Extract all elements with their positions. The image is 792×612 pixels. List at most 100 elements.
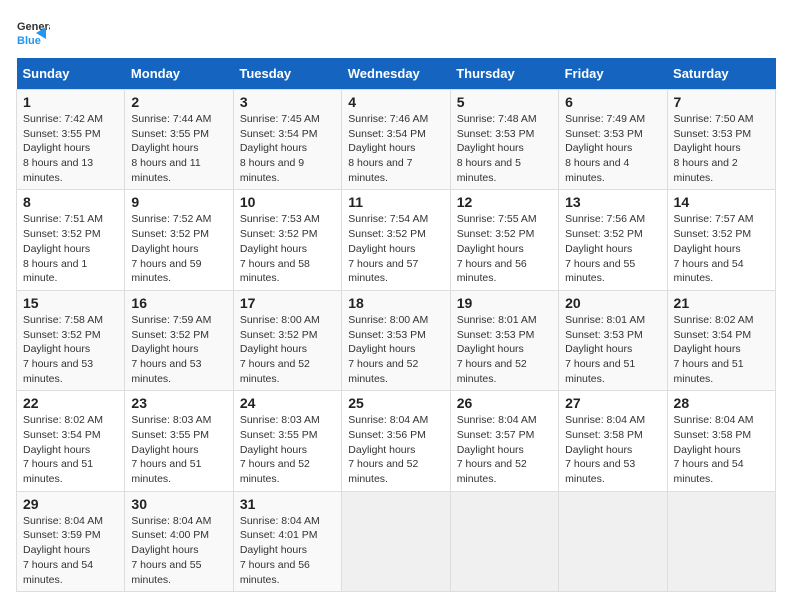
cell-info: Sunrise: 7:50 AMSunset: 3:53 PMDaylight … xyxy=(674,112,769,185)
day-number: 20 xyxy=(565,295,660,311)
day-header-thursday: Thursday xyxy=(450,58,558,90)
calendar-cell: 29 Sunrise: 8:04 AMSunset: 3:59 PMDayligh… xyxy=(17,491,125,591)
day-header-wednesday: Wednesday xyxy=(342,58,450,90)
calendar-cell: 18 Sunrise: 8:00 AMSunset: 3:53 PMDayligh… xyxy=(342,290,450,390)
day-number: 27 xyxy=(565,395,660,411)
day-number: 1 xyxy=(23,94,118,110)
cell-info: Sunrise: 8:04 AMSunset: 3:57 PMDaylight … xyxy=(457,413,552,486)
calendar-cell: 16 Sunrise: 7:59 AMSunset: 3:52 PMDayligh… xyxy=(125,290,233,390)
cell-info: Sunrise: 8:02 AMSunset: 3:54 PMDaylight … xyxy=(674,313,769,386)
calendar-cell: 17 Sunrise: 8:00 AMSunset: 3:52 PMDayligh… xyxy=(233,290,341,390)
calendar-cell: 25Sunrise: 8:04 AMSunset: 3:56 PMDayligh… xyxy=(342,391,450,491)
calendar-cell xyxy=(667,491,775,591)
day-number: 14 xyxy=(674,194,769,210)
cell-info: Sunrise: 7:56 AMSunset: 3:52 PMDaylight … xyxy=(565,212,660,285)
calendar-cell xyxy=(450,491,558,591)
day-number: 31 xyxy=(240,496,335,512)
calendar-cell: 13 Sunrise: 7:56 AMSunset: 3:52 PMDayligh… xyxy=(559,190,667,290)
calendar-cell: 3Sunrise: 7:45 AMSunset: 3:54 PMDaylight… xyxy=(233,90,341,190)
svg-text:Blue: Blue xyxy=(17,35,41,47)
cell-info: Sunrise: 8:04 AMSunset: 3:56 PMDaylight … xyxy=(348,413,443,486)
cell-info: Sunrise: 8:04 AMSunset: 4:01 PMDaylight … xyxy=(240,514,335,587)
days-of-week-row: SundayMondayTuesdayWednesdayThursdayFrid… xyxy=(17,58,776,90)
calendar-cell: 24 Sunrise: 8:03 AMSunset: 3:55 PMDayligh… xyxy=(233,391,341,491)
day-number: 9 xyxy=(131,194,226,210)
day-number: 15 xyxy=(23,295,118,311)
calendar-cell: 8 Sunrise: 7:51 AMSunset: 3:52 PMDaylight… xyxy=(17,190,125,290)
cell-info: Sunrise: 8:03 AMSunset: 3:55 PMDaylight … xyxy=(131,413,226,486)
cell-info: Sunrise: 7:46 AMSunset: 3:54 PMDaylight … xyxy=(348,112,443,185)
calendar-cell: 1 Sunrise: 7:42 AMSunset: 3:55 PMDaylight… xyxy=(17,90,125,190)
day-number: 23 xyxy=(131,395,226,411)
cell-info: Sunrise: 8:04 AMSunset: 3:58 PMDaylight … xyxy=(674,413,769,486)
cell-info: Sunrise: 7:44 AMSunset: 3:55 PMDaylight … xyxy=(131,112,226,185)
day-header-friday: Friday xyxy=(559,58,667,90)
calendar-cell: 27 Sunrise: 8:04 AMSunset: 3:58 PMDayligh… xyxy=(559,391,667,491)
day-number: 13 xyxy=(565,194,660,210)
day-number: 17 xyxy=(240,295,335,311)
day-number: 29 xyxy=(23,496,118,512)
cell-info: Sunrise: 8:04 AMSunset: 3:59 PMDaylight … xyxy=(23,514,118,587)
day-number: 12 xyxy=(457,194,552,210)
calendar-cell: 20 Sunrise: 8:01 AMSunset: 3:53 PMDayligh… xyxy=(559,290,667,390)
calendar-body: 1 Sunrise: 7:42 AMSunset: 3:55 PMDaylight… xyxy=(17,90,776,592)
week-row-1: 1 Sunrise: 7:42 AMSunset: 3:55 PMDaylight… xyxy=(17,90,776,190)
week-row-5: 29 Sunrise: 8:04 AMSunset: 3:59 PMDayligh… xyxy=(17,491,776,591)
day-number: 8 xyxy=(23,194,118,210)
day-header-tuesday: Tuesday xyxy=(233,58,341,90)
week-row-2: 8 Sunrise: 7:51 AMSunset: 3:52 PMDaylight… xyxy=(17,190,776,290)
cell-info: Sunrise: 7:59 AMSunset: 3:52 PMDaylight … xyxy=(131,313,226,386)
day-number: 10 xyxy=(240,194,335,210)
day-number: 24 xyxy=(240,395,335,411)
cell-info: Sunrise: 8:04 AMSunset: 3:58 PMDaylight … xyxy=(565,413,660,486)
cell-info: Sunrise: 8:04 AMSunset: 4:00 PMDaylight … xyxy=(131,514,226,587)
calendar-cell: 21 Sunrise: 8:02 AMSunset: 3:54 PMDayligh… xyxy=(667,290,775,390)
cell-info: Sunrise: 7:42 AMSunset: 3:55 PMDaylight … xyxy=(23,112,118,185)
week-row-4: 22Sunrise: 8:02 AMSunset: 3:54 PMDayligh… xyxy=(17,391,776,491)
day-number: 21 xyxy=(674,295,769,311)
day-number: 16 xyxy=(131,295,226,311)
day-header-monday: Monday xyxy=(125,58,233,90)
day-number: 4 xyxy=(348,94,443,110)
day-number: 18 xyxy=(348,295,443,311)
cell-info: Sunrise: 8:00 AMSunset: 3:53 PMDaylight … xyxy=(348,313,443,386)
day-header-saturday: Saturday xyxy=(667,58,775,90)
calendar-cell: 5Sunrise: 7:48 AMSunset: 3:53 PMDaylight… xyxy=(450,90,558,190)
calendar-cell: 11Sunrise: 7:54 AMSunset: 3:52 PMDayligh… xyxy=(342,190,450,290)
logo-icon: General Blue xyxy=(16,16,50,50)
logo: General Blue xyxy=(16,16,50,50)
calendar-cell: 9 Sunrise: 7:52 AMSunset: 3:52 PMDaylight… xyxy=(125,190,233,290)
day-header-sunday: Sunday xyxy=(17,58,125,90)
cell-info: Sunrise: 7:45 AMSunset: 3:54 PMDaylight … xyxy=(240,112,335,185)
day-number: 26 xyxy=(457,395,552,411)
calendar-cell: 12 Sunrise: 7:55 AMSunset: 3:52 PMDayligh… xyxy=(450,190,558,290)
cell-info: Sunrise: 7:57 AMSunset: 3:52 PMDaylight … xyxy=(674,212,769,285)
cell-info: Sunrise: 8:03 AMSunset: 3:55 PMDaylight … xyxy=(240,413,335,486)
calendar-cell: 26 Sunrise: 8:04 AMSunset: 3:57 PMDayligh… xyxy=(450,391,558,491)
day-number: 30 xyxy=(131,496,226,512)
day-number: 6 xyxy=(565,94,660,110)
day-number: 5 xyxy=(457,94,552,110)
page-header: General Blue xyxy=(16,16,776,50)
cell-info: Sunrise: 7:54 AMSunset: 3:52 PMDaylight … xyxy=(348,212,443,285)
calendar-cell: 28Sunrise: 8:04 AMSunset: 3:58 PMDayligh… xyxy=(667,391,775,491)
calendar-cell: 14 Sunrise: 7:57 AMSunset: 3:52 PMDayligh… xyxy=(667,190,775,290)
cell-info: Sunrise: 7:49 AMSunset: 3:53 PMDaylight … xyxy=(565,112,660,185)
cell-info: Sunrise: 7:51 AMSunset: 3:52 PMDaylight … xyxy=(23,212,118,285)
calendar-cell xyxy=(342,491,450,591)
calendar-cell: 7Sunrise: 7:50 AMSunset: 3:53 PMDaylight… xyxy=(667,90,775,190)
cell-info: Sunrise: 7:52 AMSunset: 3:52 PMDaylight … xyxy=(131,212,226,285)
calendar-cell: 23 Sunrise: 8:03 AMSunset: 3:55 PMDayligh… xyxy=(125,391,233,491)
calendar-table: SundayMondayTuesdayWednesdayThursdayFrid… xyxy=(16,58,776,592)
calendar-cell: 6 Sunrise: 7:49 AMSunset: 3:53 PMDaylight… xyxy=(559,90,667,190)
cell-info: Sunrise: 7:53 AMSunset: 3:52 PMDaylight … xyxy=(240,212,335,285)
day-number: 19 xyxy=(457,295,552,311)
calendar-cell xyxy=(559,491,667,591)
calendar-cell: 19Sunrise: 8:01 AMSunset: 3:53 PMDayligh… xyxy=(450,290,558,390)
cell-info: Sunrise: 8:00 AMSunset: 3:52 PMDaylight … xyxy=(240,313,335,386)
day-number: 2 xyxy=(131,94,226,110)
cell-info: Sunrise: 7:55 AMSunset: 3:52 PMDaylight … xyxy=(457,212,552,285)
cell-info: Sunrise: 8:01 AMSunset: 3:53 PMDaylight … xyxy=(565,313,660,386)
calendar-cell: 30 Sunrise: 8:04 AMSunset: 4:00 PMDayligh… xyxy=(125,491,233,591)
cell-info: Sunrise: 7:58 AMSunset: 3:52 PMDaylight … xyxy=(23,313,118,386)
